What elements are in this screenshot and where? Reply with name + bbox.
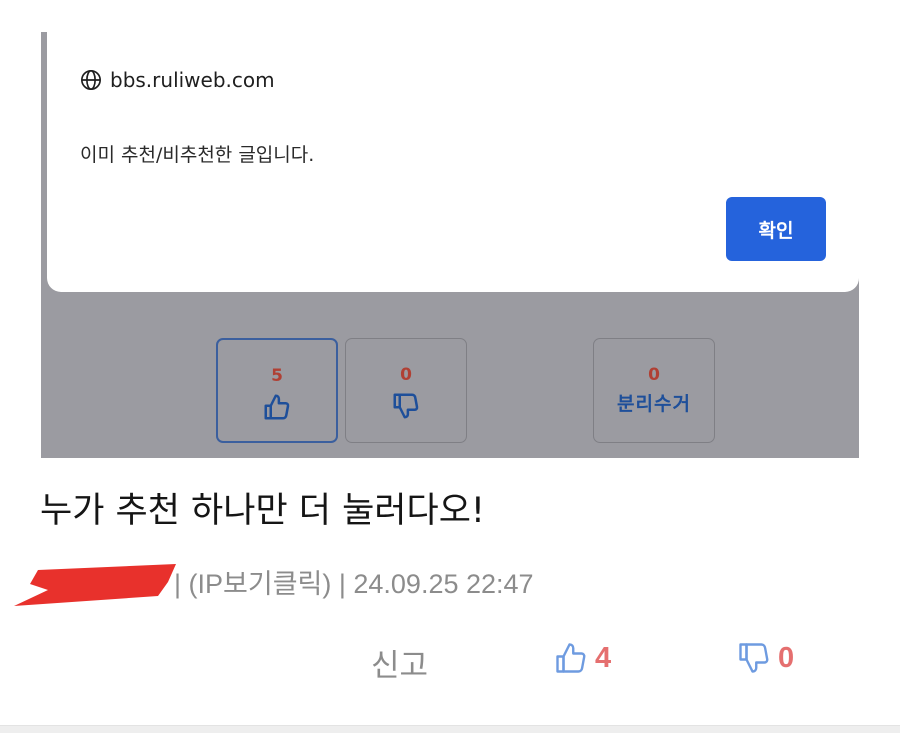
bottom-divider [0,725,900,733]
thumbs-down-icon [393,393,419,419]
alert-dialog: bbs.ruliweb.com 이미 추천/비추천한 글입니다. 확인 [47,32,859,292]
report-button[interactable]: 신고 [371,640,428,685]
dislike-button[interactable]: 0 [736,640,794,676]
post-title: 누가 추천 하나만 더 눌러다오! [40,491,485,531]
embedded-screenshot: bbs.ruliweb.com 이미 추천/비추천한 글입니다. 확인 5 0 … [41,32,859,458]
like-button[interactable]: 4 [553,640,611,676]
recycle-count: 0 [648,365,660,385]
upvote-button[interactable]: 5 [216,338,338,443]
redacted-author [14,564,176,606]
like-count: 4 [595,641,612,674]
dialog-message: 이미 추천/비추천한 글입니다. [80,144,315,166]
recycle-button[interactable]: 0 분리수거 [593,338,715,443]
downvote-button[interactable]: 0 [345,338,467,443]
thumbs-up-icon [264,394,290,420]
upvote-count: 5 [271,366,283,386]
globe-icon [81,70,101,90]
dialog-origin-text: bbs.ruliweb.com [110,68,275,92]
dialog-origin: bbs.ruliweb.com [80,68,275,92]
dislike-count: 0 [778,641,795,674]
confirm-button[interactable]: 확인 [726,197,826,261]
recycle-label: 분리수거 [617,393,691,415]
thumbs-up-icon [556,643,586,673]
downvote-count: 0 [400,365,412,385]
post-meta[interactable]: | (IP보기클릭) | 24.09.25 22:47 [174,562,534,601]
thumbs-down-icon [739,643,769,673]
post-actions: 신고 4 0 [0,634,900,685]
